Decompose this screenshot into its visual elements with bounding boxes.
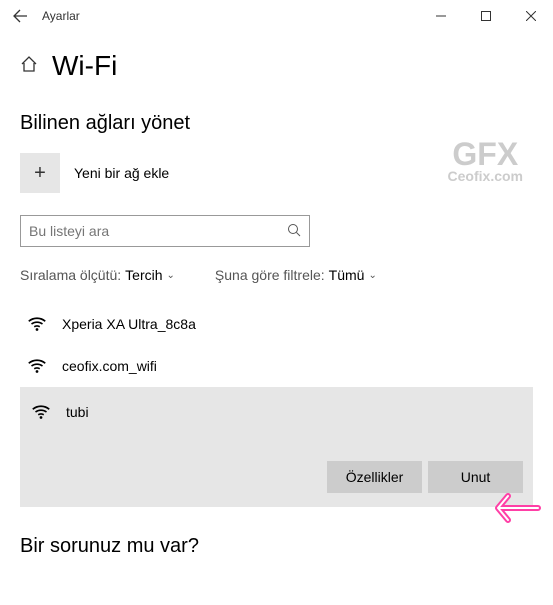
- network-name: tubi: [66, 404, 523, 420]
- content-area: Wi-Fi Bilinen ağları yönet + Yeni bir ağ…: [0, 32, 553, 558]
- maximize-button[interactable]: [463, 0, 508, 32]
- wifi-icon: [30, 401, 52, 423]
- sort-value: Tercih: [125, 267, 162, 283]
- help-heading: Bir sorunuz mu var?: [20, 535, 533, 558]
- page-title: Wi-Fi: [52, 50, 117, 82]
- close-button[interactable]: [508, 0, 553, 32]
- network-item[interactable]: Xperia XA Ultra_8c8a: [20, 303, 533, 345]
- wifi-icon: [26, 313, 48, 335]
- search-box[interactable]: [20, 215, 310, 247]
- back-button[interactable]: [6, 2, 34, 30]
- network-action-buttons: Özellikler Unut: [30, 461, 523, 493]
- filter-label: Şuna göre filtrele:: [215, 267, 325, 283]
- minimize-button[interactable]: [418, 0, 463, 32]
- chevron-down-icon: ⌄: [167, 270, 175, 281]
- filter-row: Sıralama ölçütü: Tercih ⌄ Şuna göre filt…: [20, 267, 533, 283]
- search-icon: [287, 223, 301, 240]
- chevron-down-icon: ⌄: [368, 270, 376, 281]
- back-arrow-icon: [12, 8, 28, 24]
- forget-button[interactable]: Unut: [428, 461, 523, 493]
- close-icon: [526, 11, 536, 21]
- network-name: Xperia XA Ultra_8c8a: [62, 316, 527, 332]
- network-name: ceofix.com_wifi: [62, 358, 527, 374]
- page-header: Wi-Fi: [20, 50, 533, 82]
- search-input[interactable]: [29, 223, 287, 239]
- sort-dropdown[interactable]: Sıralama ölçütü: Tercih ⌄: [20, 267, 175, 283]
- wifi-icon: [26, 355, 48, 377]
- properties-button[interactable]: Özellikler: [327, 461, 422, 493]
- network-item-selected[interactable]: tubi Özellikler Unut: [20, 387, 533, 507]
- titlebar: Ayarlar: [0, 0, 553, 32]
- sort-label: Sıralama ölçütü:: [20, 267, 121, 283]
- minimize-icon: [436, 11, 446, 21]
- manage-networks-heading: Bilinen ağları yönet: [20, 112, 533, 135]
- filter-dropdown[interactable]: Şuna göre filtrele: Tümü ⌄: [215, 267, 377, 283]
- window-controls: [418, 0, 553, 32]
- window-title: Ayarlar: [42, 9, 80, 23]
- filter-value: Tümü: [329, 267, 365, 283]
- network-item[interactable]: ceofix.com_wifi: [20, 345, 533, 387]
- home-icon[interactable]: [20, 55, 38, 78]
- add-network-row[interactable]: + Yeni bir ağ ekle: [20, 153, 533, 193]
- add-network-label: Yeni bir ağ ekle: [74, 165, 169, 181]
- maximize-icon: [481, 11, 491, 21]
- plus-icon: +: [20, 153, 60, 193]
